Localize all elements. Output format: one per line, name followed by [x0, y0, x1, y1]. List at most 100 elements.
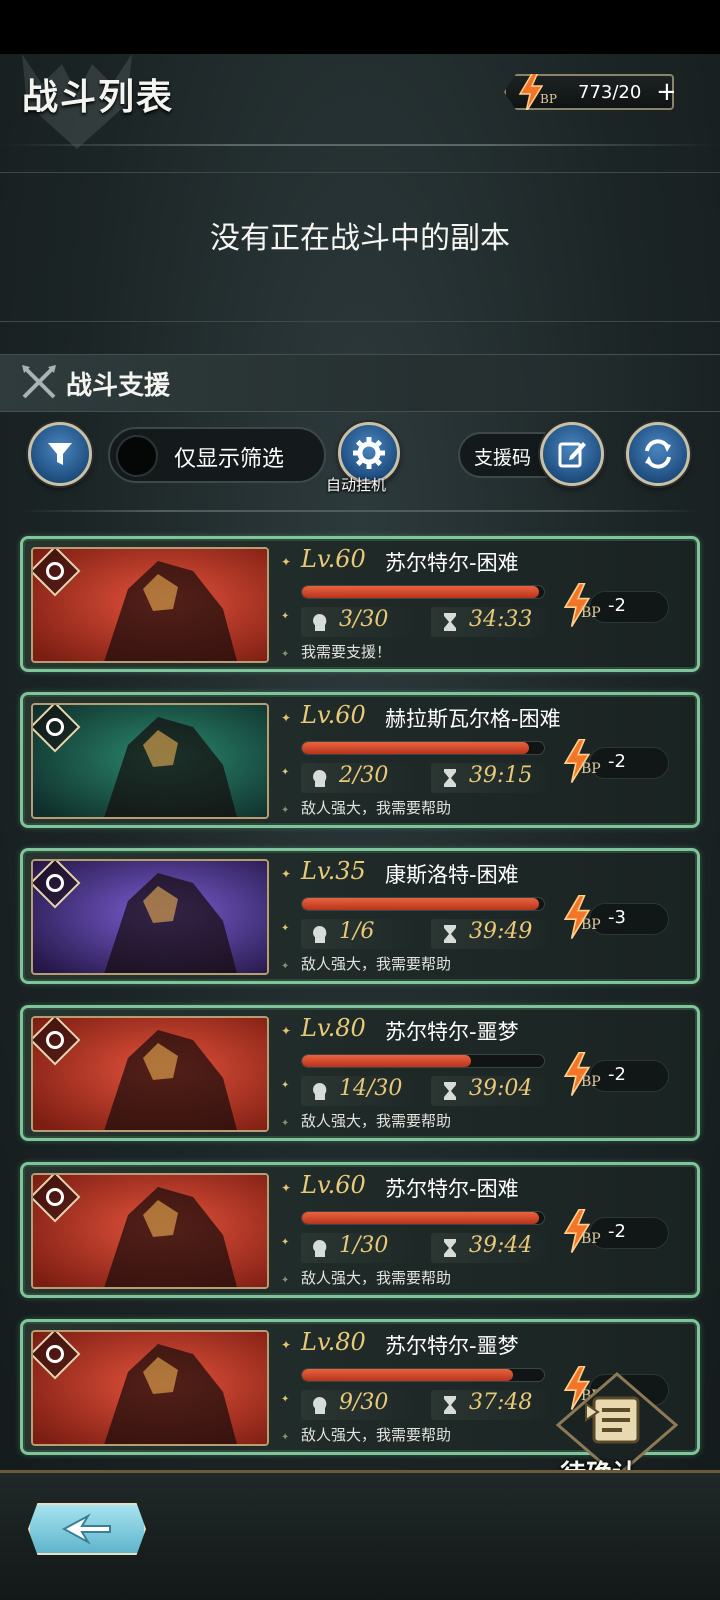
time-remaining: 39:04 — [431, 1076, 549, 1106]
boss-hp-fill — [302, 1212, 540, 1224]
players-count: 1/30 — [301, 1233, 415, 1263]
bottom-bar — [0, 1470, 720, 1600]
raid-name: 康斯洛特-困难 — [385, 863, 519, 887]
funnel-icon — [48, 443, 72, 465]
bp-value: 773/20 — [578, 82, 642, 103]
raid-name: 苏尔特尔-困难 — [385, 551, 519, 575]
boss-portrait — [31, 1173, 269, 1289]
raid-message: 敌人强大，我需要帮助 — [301, 955, 452, 973]
boss-portrait — [31, 703, 269, 819]
boss-portrait — [31, 1330, 269, 1446]
star-icon: ✦ — [281, 1432, 290, 1443]
time-value: 39:15 — [469, 763, 533, 788]
bp-cost-tag: BP — [581, 1231, 601, 1247]
raid-level: Lv.60 — [301, 1171, 366, 1199]
bp-cost-tag: BP — [581, 605, 601, 621]
raid-card[interactable]: ✦ Lv.60 赫拉斯瓦尔格-困难 ✦ 2/30 39:15 ✦ 敌人强大，我需… — [20, 692, 700, 828]
star-icon: ✦ — [281, 555, 292, 569]
hourglass-icon — [444, 1396, 456, 1414]
time-value: 34:33 — [469, 607, 533, 632]
boss-hp-bar — [301, 1054, 545, 1068]
players-count: 3/30 — [301, 607, 415, 637]
star-icon: ✦ — [281, 649, 290, 660]
raid-message: 敌人强大，我需要帮助 — [301, 1269, 452, 1287]
support-code-label: 支援码 — [474, 447, 532, 469]
star-icon: ✦ — [281, 1181, 292, 1195]
players-value: 1/6 — [339, 919, 375, 944]
raid-card[interactable]: ✦ Lv.60 苏尔特尔-困难 ✦ 1/30 39:44 ✦ 敌人强大，我需要帮… — [20, 1162, 700, 1298]
star-icon: ✦ — [281, 1338, 292, 1352]
time-value: 39:44 — [469, 1233, 533, 1258]
bp-cost-pill: -2 — [589, 1060, 669, 1092]
filter-only-label: 仅显示筛选 — [174, 447, 285, 472]
add-bp-button[interactable]: + — [656, 77, 674, 107]
crossed-swords-icon — [22, 365, 56, 399]
boss-hp-bar — [301, 741, 545, 755]
time-remaining: 39:44 — [431, 1233, 549, 1263]
raid-message: 我需要支援！ — [301, 643, 392, 661]
controls-divider — [20, 510, 700, 512]
filter-button[interactable] — [28, 422, 92, 486]
bp-cost-tag: BP — [581, 917, 601, 933]
star-icon: ✦ — [281, 1024, 292, 1038]
raid-name: 赫拉斯瓦尔格-困难 — [385, 707, 561, 731]
hourglass-icon — [444, 1239, 456, 1257]
boss-portrait — [31, 1016, 269, 1132]
players-value: 1/30 — [339, 1233, 389, 1258]
raid-card[interactable]: ✦ Lv.60 苏尔特尔-困难 ✦ 3/30 34:33 ✦ 我需要支援！ -2… — [20, 536, 700, 672]
boss-hp-bar — [301, 585, 545, 599]
bp-cost-pill: -2 — [589, 747, 669, 779]
player-head-icon — [313, 926, 327, 943]
filter-only-toggle[interactable]: 仅显示筛选 — [108, 427, 326, 483]
star-icon: ✦ — [281, 1118, 290, 1129]
time-value: 39:04 — [469, 1076, 533, 1101]
raid-card[interactable]: ✦ Lv.35 康斯洛特-困难 ✦ 1/6 39:49 ✦ 敌人强大，我需要帮助… — [20, 848, 700, 984]
bp-cost-pill: -2 — [589, 1217, 669, 1249]
players-value: 9/30 — [339, 1390, 389, 1415]
boss-hp-fill — [302, 898, 540, 910]
raid-message: 敌人强大，我需要帮助 — [301, 1426, 452, 1444]
star-icon: ✦ — [281, 767, 290, 778]
battle-list-screen: 战斗列表 BP 773/20 + 没有正在战斗中的副本 战斗支援 仅显示筛选 自… — [0, 54, 720, 1600]
bp-cost-pill: -3 — [589, 903, 669, 935]
boss-hp-fill — [302, 1369, 513, 1381]
refresh-button[interactable] — [626, 422, 690, 486]
player-head-icon — [313, 1240, 327, 1257]
support-code-button[interactable] — [540, 422, 604, 486]
raid-name: 苏尔特尔-困难 — [385, 1177, 519, 1201]
raid-name: 苏尔特尔-噩梦 — [385, 1020, 519, 1044]
boss-hp-fill — [302, 1055, 472, 1067]
refresh-icon — [645, 439, 671, 469]
time-remaining: 34:33 — [431, 607, 549, 637]
time-remaining: 39:49 — [431, 919, 549, 949]
time-remaining: 39:15 — [431, 763, 549, 793]
player-head-icon — [313, 1083, 327, 1100]
auto-idle-label: 自动挂机 — [326, 476, 387, 494]
hourglass-icon — [444, 1082, 456, 1100]
raid-message: 敌人强大，我需要帮助 — [301, 799, 452, 817]
back-button[interactable] — [28, 1503, 146, 1555]
time-remaining: 37:48 — [431, 1390, 549, 1420]
raid-level: Lv.80 — [301, 1014, 366, 1042]
toggle-knob — [116, 435, 158, 477]
star-icon: ✦ — [281, 711, 292, 725]
player-head-icon — [313, 770, 327, 787]
bp-cost-tag: BP — [581, 1074, 601, 1090]
raid-level: Lv.60 — [301, 701, 366, 729]
status-bar — [0, 0, 720, 54]
raid-level: Lv.80 — [301, 1328, 366, 1356]
bp-cost-value: -2 — [608, 595, 626, 616]
star-icon: ✦ — [281, 1237, 290, 1248]
hourglass-icon — [444, 613, 456, 631]
edit-note-icon — [558, 442, 586, 468]
hourglass-icon — [444, 769, 456, 787]
time-value: 39:49 — [469, 919, 533, 944]
raid-card[interactable]: ✦ Lv.80 苏尔特尔-噩梦 ✦ 14/30 39:04 ✦ 敌人强大，我需要… — [20, 1005, 700, 1141]
support-section-title: 战斗支援 — [66, 371, 171, 401]
star-icon: ✦ — [281, 1394, 290, 1405]
support-section-header: 战斗支援 — [0, 354, 720, 412]
boss-hp-bar — [301, 897, 545, 911]
players-count: 1/6 — [301, 919, 415, 949]
bp-cost-value: -2 — [608, 751, 626, 772]
player-head-icon — [313, 1397, 327, 1414]
